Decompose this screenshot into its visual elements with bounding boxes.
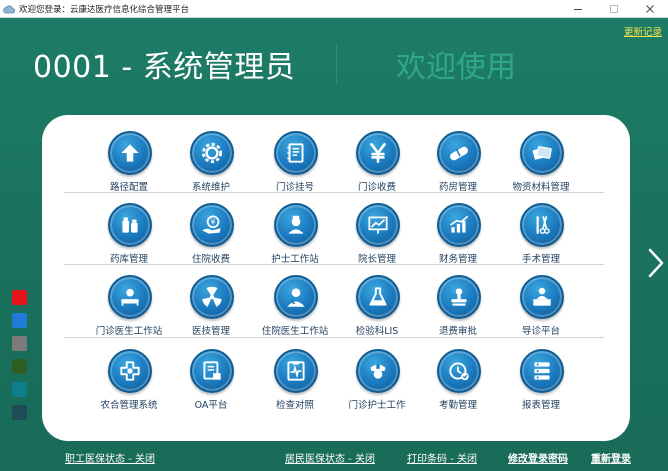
theme-color-swatch[interactable] (12, 359, 27, 374)
theme-color-swatch[interactable] (12, 382, 27, 397)
clock-check-icon (437, 349, 481, 393)
title-bar: 欢迎您登录：云康达医疗信息化综合管理平台 (0, 0, 668, 18)
nurse-icon (274, 203, 318, 247)
surgical-tools-icon (520, 203, 564, 247)
module-tile[interactable]: 物资材料管理 (498, 131, 584, 203)
staff-insurance-status-link[interactable]: 职工医保状态 - 关闭 (65, 450, 155, 465)
oa-document-icon (190, 349, 234, 393)
update-log-link[interactable]: 更新记录 (624, 24, 662, 38)
report-list-icon (520, 349, 564, 393)
theme-color-swatch[interactable] (12, 336, 27, 351)
window-title: 欢迎您登录：云康达医疗信息化综合管理平台 (19, 4, 190, 15)
minimize-button[interactable] (560, 0, 596, 18)
lab-flask-icon (356, 275, 400, 319)
header-divider (336, 44, 337, 84)
relogin-link[interactable]: 重新登录 (591, 450, 631, 465)
presentation-chart-icon (356, 203, 400, 247)
doctor-bed-icon (108, 275, 152, 319)
module-tile[interactable]: ¥ 住院收费 (168, 203, 254, 275)
next-page-arrow-icon[interactable] (646, 247, 666, 279)
module-tile[interactable]: 手术管理 (498, 203, 584, 275)
module-tile[interactable]: 报表管理 (498, 349, 584, 421)
close-button[interactable] (632, 0, 668, 18)
module-label: 导诊平台 (521, 326, 560, 337)
theme-color-swatch[interactable] (12, 313, 27, 328)
pill-icon (437, 131, 481, 175)
module-label: 报表管理 (521, 400, 560, 411)
user-label: 0001 - 系统管理员 (33, 50, 296, 85)
gear-icon (190, 131, 234, 175)
module-tile[interactable]: 考勤管理 (415, 349, 501, 421)
module-tile[interactable]: 医技管理 (168, 275, 254, 347)
module-tile[interactable]: 系统维护 (168, 131, 254, 203)
radiation-icon (190, 275, 234, 319)
cards-icon (520, 131, 564, 175)
ecg-clipboard-icon (274, 349, 318, 393)
notebook-icon (274, 131, 318, 175)
barcode-print-status-link[interactable]: 打印条码 - 关闭 (407, 450, 477, 465)
maximize-button[interactable] (596, 0, 632, 18)
doctor-icon (274, 275, 318, 319)
reception-desk-icon (520, 275, 564, 319)
svg-text:¥: ¥ (211, 217, 216, 226)
resident-insurance-status-link[interactable]: 居民医保状态 - 关闭 (285, 450, 375, 465)
module-tile[interactable]: 导诊平台 (498, 275, 584, 347)
theme-color-swatch[interactable] (12, 290, 27, 305)
medical-cross-icon (108, 349, 152, 393)
window-controls (560, 0, 668, 18)
medicine-bottles-icon (108, 203, 152, 247)
module-tile[interactable]: 财务管理 (415, 203, 501, 275)
yen-icon (356, 131, 400, 175)
module-label: 手术管理 (521, 254, 560, 265)
module-tile[interactable]: 退费审批 (415, 275, 501, 347)
module-label: 物资材料管理 (512, 182, 570, 193)
theme-color-swatch[interactable] (12, 405, 27, 420)
yen-hand-icon: ¥ (190, 203, 234, 247)
welcome-text: 欢迎使用 (396, 50, 516, 85)
nurse-cap-icon (356, 349, 400, 393)
finance-chart-icon (437, 203, 481, 247)
upload-arrow-icon (108, 131, 152, 175)
stamp-icon (437, 275, 481, 319)
change-password-link[interactable]: 修改登录密码 (508, 450, 568, 465)
module-panel: 路径配置 系统维护 门诊挂号 门诊收费 药房管理 物资材料管理 药库管理 ¥ 住院收费 护士工作站… (42, 115, 630, 441)
cloud-app-icon (3, 3, 15, 15)
module-tile[interactable]: 药房管理 (415, 131, 501, 203)
module-tile[interactable]: OA平台 (168, 349, 254, 421)
